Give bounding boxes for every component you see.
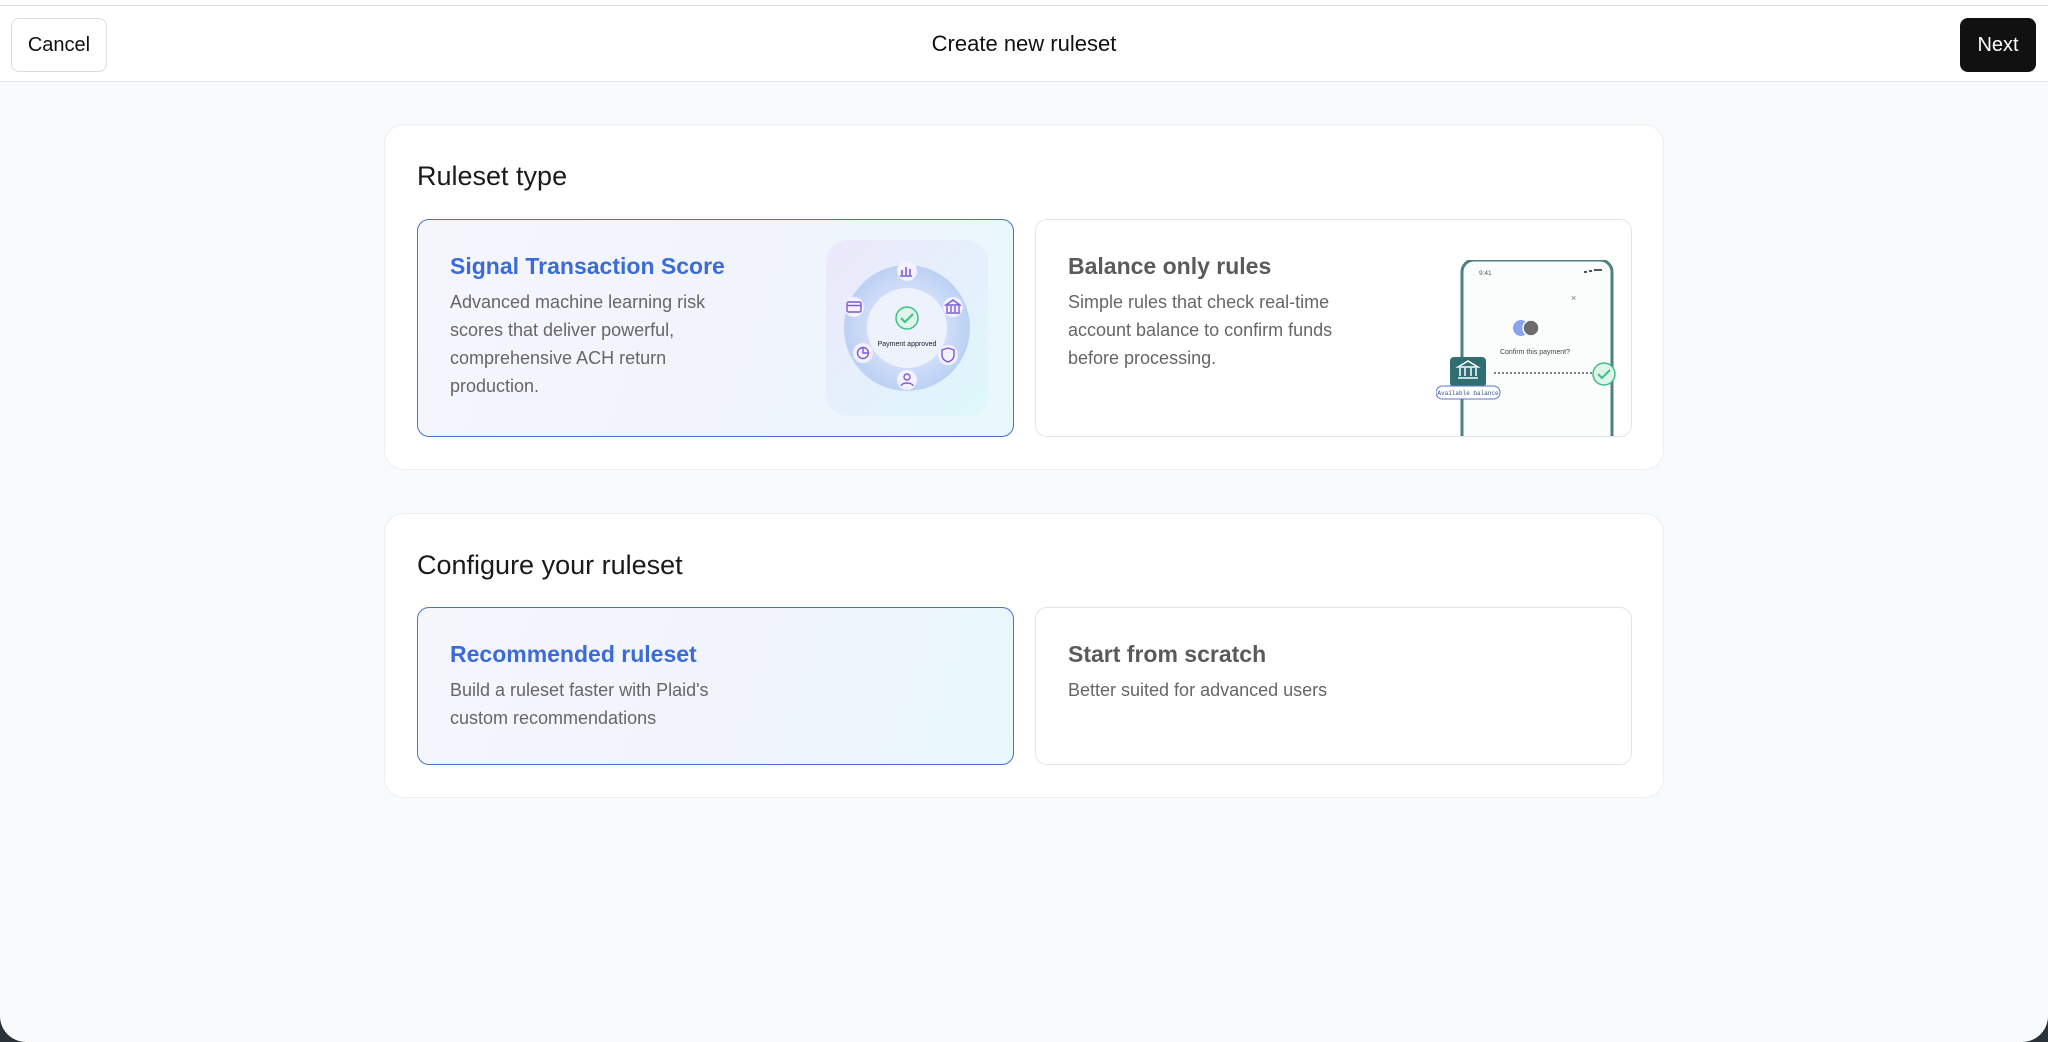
header-bar: Create new ruleset Cancel Next xyxy=(0,6,2048,82)
phone-time: 9:41 xyxy=(1479,270,1492,277)
confirm-payment-prompt: Confirm this payment? xyxy=(1500,349,1570,356)
option-description: Simple rules that check real-time accoun… xyxy=(1068,292,1333,368)
configure-ruleset-section: Configure your ruleset Recommended rules… xyxy=(384,513,1664,798)
option-description: Advanced machine learning risk scores th… xyxy=(450,292,706,396)
option-description: Better suited for advanced users xyxy=(1068,680,1328,700)
close-icon: × xyxy=(1571,293,1576,303)
section-heading-configure: Configure your ruleset xyxy=(417,550,683,580)
option-title: Start from scratch xyxy=(1068,641,1267,667)
option-description: Build a ruleset faster with Plaid's cust… xyxy=(450,680,709,728)
page-title: Create new ruleset xyxy=(931,31,1117,56)
start-from-scratch-option[interactable]: Start from scratch Better suited for adv… xyxy=(1035,607,1632,765)
balance-only-rules-option[interactable]: Balance only rules Simple rules that che… xyxy=(1035,219,1632,437)
option-title: Balance only rules xyxy=(1068,253,1272,279)
available-balance-badge: Available balance xyxy=(1437,390,1499,397)
user-icon xyxy=(897,370,917,390)
phone-balance-illustration: 9:41 × Confirm this payment? Available b… xyxy=(1435,258,1626,436)
ruleset-type-section: Ruleset type Signal Transaction Score Ad… xyxy=(384,124,1664,470)
app-window: Create new ruleset Cancel Next Ruleset t… xyxy=(0,0,2048,1042)
bar-chart-icon xyxy=(897,261,917,281)
recommended-ruleset-option[interactable]: Recommended ruleset Build a ruleset fast… xyxy=(417,607,1014,765)
check-icon xyxy=(895,306,919,330)
cancel-button[interactable]: Cancel xyxy=(11,18,107,72)
payment-approved-label: Payment approved xyxy=(878,341,937,348)
check-icon xyxy=(1592,362,1616,386)
bank-icon xyxy=(1450,357,1486,387)
signal-score-illustration: Payment approved xyxy=(826,240,988,416)
option-title: Signal Transaction Score xyxy=(450,253,725,279)
shield-icon xyxy=(938,345,958,365)
next-button[interactable]: Next xyxy=(1960,18,2036,72)
section-heading-ruleset-type: Ruleset type xyxy=(417,161,568,191)
bank-icon xyxy=(943,297,963,317)
option-title: Recommended ruleset xyxy=(450,641,697,667)
signal-transaction-score-option[interactable]: Signal Transaction Score Advanced machin… xyxy=(417,219,1014,437)
card-icon xyxy=(844,297,864,317)
pie-chart-icon xyxy=(853,343,873,363)
